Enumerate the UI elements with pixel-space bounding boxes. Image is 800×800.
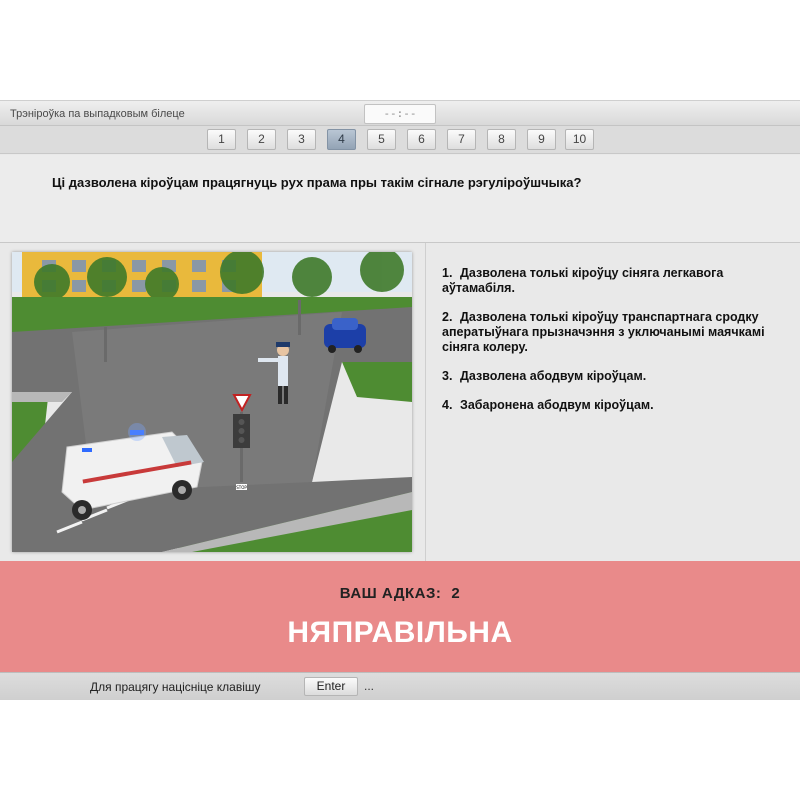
continue-hint: Для працягу націсніце клавішу xyxy=(90,680,261,694)
stop-sign-label: STOP xyxy=(236,485,247,490)
question-button-2[interactable]: 2 xyxy=(247,129,276,150)
answer-option-3[interactable]: 3. Дазволена абодвум кіроўцам. xyxy=(442,369,792,384)
question-text: Ці дазволена кіроўцам працягнуць рух пра… xyxy=(52,175,582,190)
intersection-illustration: STOP xyxy=(12,252,412,552)
answer-text: Дазволена толькі кіроўцу сіняга легкавог… xyxy=(442,266,724,295)
answer-number: 2. xyxy=(442,310,453,324)
answer-option-2[interactable]: 2. Дазволена толькі кіроўцу транспартнага… xyxy=(442,310,792,355)
title-bar: Трэніроўка па выпадковым білеце --:-- xyxy=(0,100,800,126)
answer-option-4[interactable]: 4. Забаронена абодвум кіроўцам. xyxy=(442,398,792,413)
question-button-1[interactable]: 1 xyxy=(207,129,236,150)
verdict-text: НЯПРАВІЛЬНА xyxy=(287,616,513,649)
answer-text: Забаронена абодвум кіроўцам. xyxy=(460,398,654,412)
question-button-6[interactable]: 6 xyxy=(407,129,436,150)
app-window: Трэніроўка па выпадковым білеце --:-- 1 … xyxy=(0,100,800,700)
question-nav: 1 2 3 4 5 6 7 8 9 10 xyxy=(0,126,800,154)
result-banner: ВАШ АДКАЗ: 2 НЯПРАВІЛЬНА xyxy=(0,561,800,672)
question-panel: Ці дазволена кіроўцам працягнуць рух пра… xyxy=(0,155,800,243)
question-button-8[interactable]: 8 xyxy=(487,129,516,150)
enter-key-button[interactable]: Enter xyxy=(304,677,358,696)
answer-number: 3. xyxy=(442,369,453,383)
question-button-5[interactable]: 5 xyxy=(367,129,396,150)
answer-text: Дазволена толькі кіроўцу транспартнага с… xyxy=(442,310,765,354)
question-button-4[interactable]: 4 xyxy=(327,129,356,150)
footer-bar: Для працягу націсніце клавішу Enter ... xyxy=(0,672,800,700)
question-button-3[interactable]: 3 xyxy=(287,129,316,150)
answer-option-1[interactable]: 1. Дазволена толькі кіроўцу сіняга легкав… xyxy=(442,266,792,296)
question-button-7[interactable]: 7 xyxy=(447,129,476,150)
window-title: Трэніроўка па выпадковым білеце xyxy=(10,108,185,120)
hint-ellipsis: ... xyxy=(364,679,375,693)
your-answer: ВАШ АДКАЗ: 2 xyxy=(0,585,800,602)
answer-number: 4. xyxy=(442,398,453,412)
your-answer-value: 2 xyxy=(451,585,461,602)
answer-number: 1. xyxy=(442,266,453,280)
question-button-9[interactable]: 9 xyxy=(527,129,556,150)
answer-list: 1. Дазволена толькі кіроўцу сіняга легкав… xyxy=(442,266,792,427)
question-button-10[interactable]: 10 xyxy=(565,129,594,150)
timer-display: --:-- xyxy=(364,104,436,124)
your-answer-label: ВАШ АДКАЗ: xyxy=(339,585,442,602)
panel-divider xyxy=(425,243,426,561)
answer-text: Дазволена абодвум кіроўцам. xyxy=(460,369,647,383)
